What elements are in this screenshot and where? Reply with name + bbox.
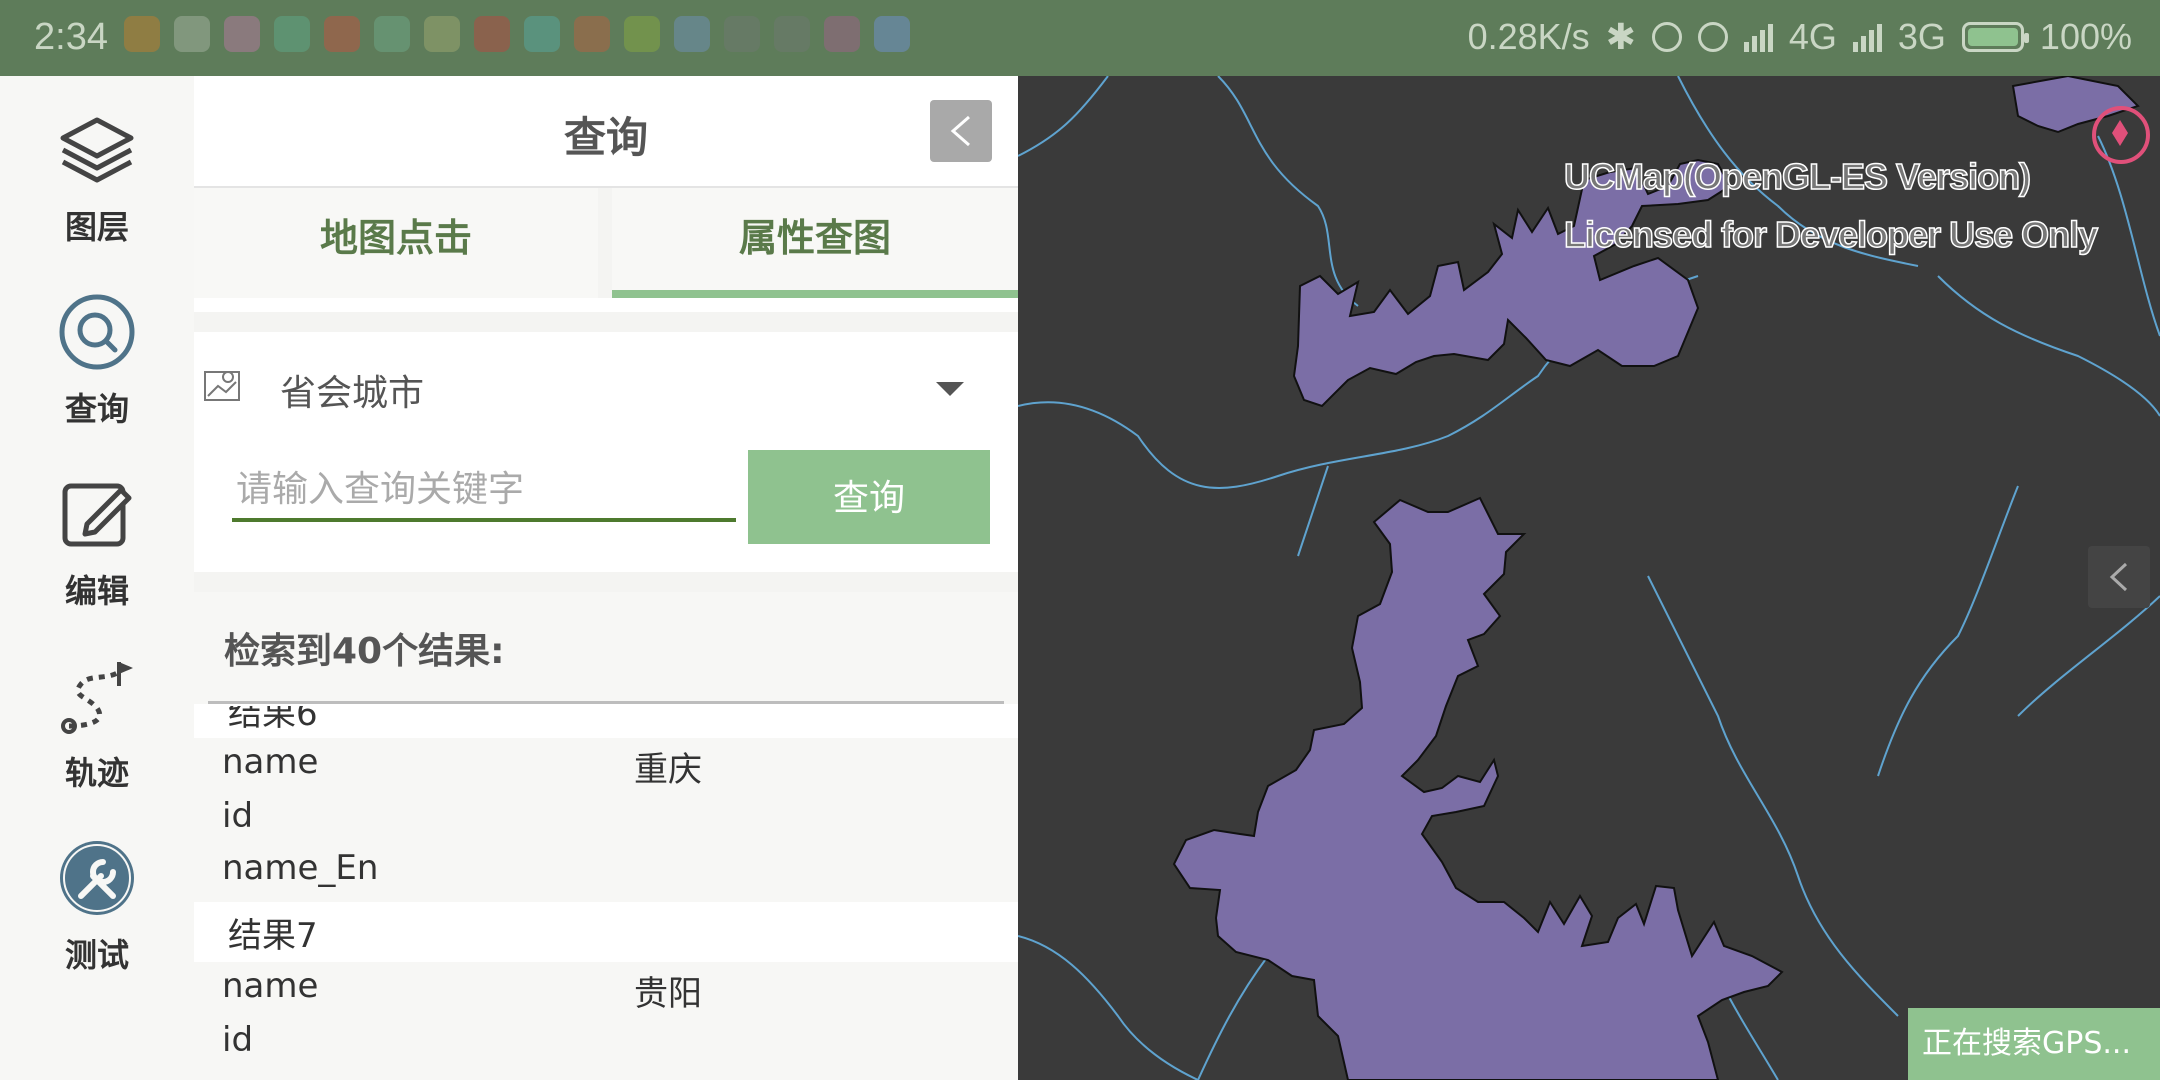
tab-attribute-query-label: 属性查图: [738, 216, 891, 260]
map-pin-icon: [204, 371, 240, 401]
results-count: 检索到40个结果:: [224, 631, 505, 672]
flame-app-icon: [324, 16, 360, 52]
rail-label-track: 轨迹: [64, 754, 129, 792]
result-title: 结果7: [228, 916, 318, 956]
status-bar: 2:34 0.28K/s ✱ 4G 3G 100%: [0, 0, 2160, 76]
map-app-icon: [674, 16, 710, 52]
result-title: 结果6: [228, 706, 318, 734]
dict-app-icon: [224, 16, 260, 52]
panel-header: 查询: [194, 76, 1018, 188]
query-tabs: 地图点击 属性查图: [194, 188, 1018, 298]
results-list[interactable]: 结果6 name 重庆 id name_En 结果7 name 贵阳 id: [194, 706, 1018, 1080]
result-field-label: name: [222, 966, 319, 1006]
heart-app-icon: [474, 16, 510, 52]
watermark-line-2: Licensed for Developer Use Only: [1563, 213, 2099, 256]
chat-app-icon: [274, 16, 310, 52]
box-app-icon: [524, 16, 560, 52]
net-speed: 0.28K/s: [1467, 16, 1590, 57]
divider: [194, 312, 1018, 332]
tab-attribute-query[interactable]: 属性查图: [612, 188, 1018, 298]
network-4g: 4G: [1788, 16, 1837, 57]
battery-level: 100%: [2039, 16, 2132, 57]
gps-status-toast: 正在搜索GPS...: [1908, 1008, 2160, 1080]
weather-app-icon: [874, 16, 910, 52]
music-app-icon: [174, 16, 210, 52]
watermark-line-1: UCMap(OpenGL-ES Version): [1563, 155, 2032, 198]
rail-item-test[interactable]: 测试: [0, 818, 194, 988]
collapse-panel-button[interactable]: [930, 100, 992, 162]
mail-app-icon: [824, 16, 860, 52]
battery-icon: [1961, 22, 2029, 52]
android-app-icon: [774, 16, 810, 52]
status-time: 2:34: [34, 16, 108, 58]
network-3g: 3G: [1897, 16, 1946, 57]
rail-label-edit: 编辑: [64, 572, 129, 610]
layer-select[interactable]: 省会城市: [194, 338, 1018, 438]
search-button[interactable]: 查询: [748, 450, 990, 544]
search-app-icon: [374, 16, 410, 52]
chevron-left-icon: [950, 115, 970, 147]
track-icon: [61, 662, 133, 734]
expand-panel-button[interactable]: [2088, 546, 2150, 608]
dropdown-caret-icon: [936, 382, 964, 396]
layer-select-value: 省会城市: [280, 373, 425, 414]
rail-label-search: 查询: [64, 390, 129, 428]
chevron-left-icon: [2109, 562, 2128, 592]
notification-icons: [124, 16, 910, 52]
chart-app-icon: [424, 16, 460, 52]
tab-map-click[interactable]: 地图点击: [194, 188, 598, 298]
system-status: 0.28K/s ✱ 4G 3G 100%: [1468, 16, 2132, 58]
star-app-icon: [124, 16, 160, 52]
results-divider: [208, 701, 1004, 704]
rail-label-test: 测试: [64, 936, 129, 974]
shop-app-icon: [574, 16, 610, 52]
video-app-icon: [624, 16, 660, 52]
rail-item-search[interactable]: 查询: [0, 272, 194, 442]
active-tab-indicator: [612, 290, 1018, 298]
rail-item-layers[interactable]: 图层: [0, 90, 194, 260]
rail-label-layers: 图层: [64, 208, 129, 246]
side-toolbar: 图层 查询 编辑 轨迹 测试: [0, 76, 196, 1080]
result-field-label: name: [222, 742, 319, 782]
rail-item-edit[interactable]: 编辑: [0, 454, 194, 624]
layers-icon: [60, 117, 134, 183]
map-view[interactable]: UCMap(OpenGL-ES Version) Licensed for De…: [1018, 76, 2160, 1080]
panel-title: 查询: [563, 113, 648, 162]
edit-icon: [62, 483, 132, 547]
signal-3g-icon: [1852, 22, 1882, 52]
signal-4g-icon: [1743, 22, 1773, 52]
divider: [194, 572, 1018, 592]
compass-icon[interactable]: [2092, 106, 2150, 164]
wrench-icon: [60, 841, 134, 915]
result-field-value: 重庆: [634, 750, 702, 790]
mute-icon: [1651, 22, 1682, 52]
bluetooth-icon: ✱: [1605, 16, 1636, 57]
result-field-label: name_En: [222, 848, 379, 888]
query-panel: 查询 地图点击 属性查图 省会城市 查询 检索到40个结果: 结果6 name …: [194, 76, 1018, 1080]
result-field-label: id: [222, 796, 254, 836]
result-body: name 贵阳 id: [194, 962, 1018, 1080]
results-header: 检索到40个结果:: [194, 592, 1018, 704]
search-icon: [59, 294, 135, 370]
rail-item-track[interactable]: 轨迹: [0, 636, 194, 806]
result-field-label: id: [222, 1020, 254, 1060]
result-field-value: 贵阳: [634, 974, 702, 1014]
location-app-icon: [724, 16, 760, 52]
keyword-input[interactable]: [232, 460, 736, 522]
alarm-icon: [1697, 22, 1728, 52]
result-body: name 重庆 id name_En: [194, 738, 1018, 902]
